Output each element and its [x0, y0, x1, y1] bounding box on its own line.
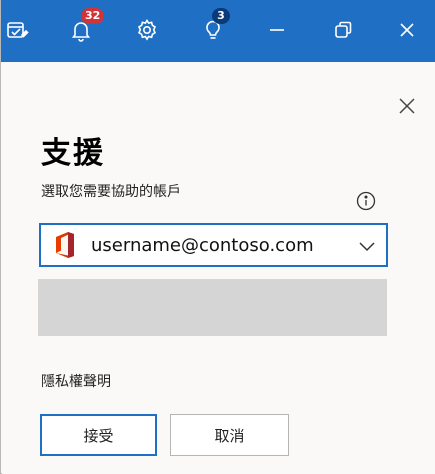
close-icon: [397, 20, 417, 40]
notification-count-badge: 32: [81, 8, 105, 24]
accept-button[interactable]: 接受: [40, 414, 157, 456]
tasks-icon: [5, 18, 29, 42]
dialog-close-button[interactable]: [395, 96, 419, 120]
office-icon: [53, 231, 77, 259]
account-dropdown[interactable]: username@contoso.com: [39, 223, 388, 267]
content-placeholder: [38, 279, 387, 336]
app-window: 32 3 支援 選取您需要協助的帳戶 username@contoso.com …: [0, 0, 435, 474]
tips-button[interactable]: 3: [195, 8, 231, 48]
dismiss-icon: [397, 96, 417, 120]
chevron-down-icon: [358, 238, 376, 257]
tasks-button[interactable]: [0, 12, 35, 48]
settings-button[interactable]: [129, 12, 165, 48]
window-close-button[interactable]: [389, 12, 425, 48]
info-button[interactable]: [356, 191, 376, 211]
restore-button[interactable]: [325, 12, 361, 48]
account-prompt-label: 選取您需要協助的帳戶: [41, 184, 181, 200]
privacy-statement-link[interactable]: 隱私權聲明: [41, 371, 111, 391]
minimize-button[interactable]: [259, 12, 295, 48]
tips-count-badge: 3: [212, 8, 230, 24]
info-icon: [356, 191, 376, 215]
title-bar: 32 3: [1, 0, 435, 62]
gear-icon: [135, 18, 159, 42]
notifications-button[interactable]: 32: [63, 8, 105, 48]
support-panel: [2, 62, 435, 474]
cancel-button[interactable]: 取消: [170, 414, 289, 456]
page-title: 支援: [41, 136, 105, 171]
selected-account: username@contoso.com: [91, 234, 314, 256]
minimize-icon: [267, 20, 287, 40]
restore-icon: [333, 20, 353, 40]
